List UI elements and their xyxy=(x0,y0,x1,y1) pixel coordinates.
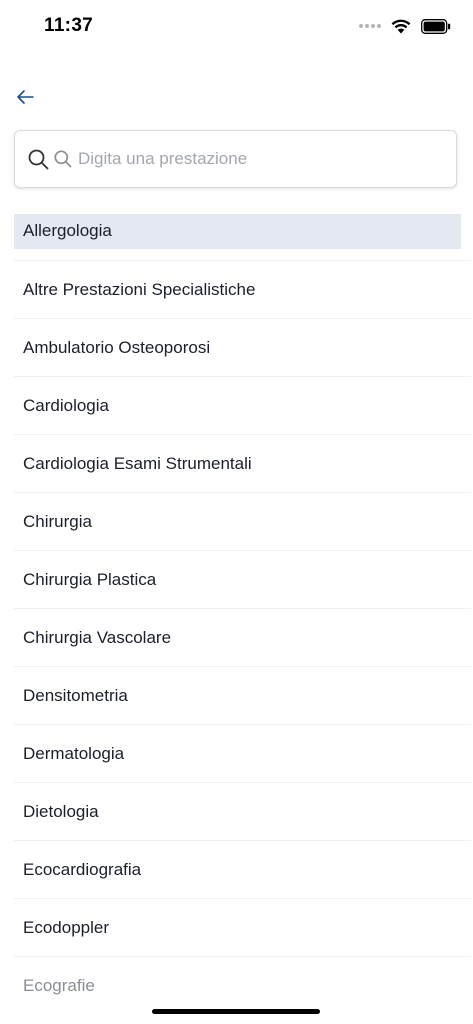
list-item-label: Cardiologia Esami Strumentali xyxy=(23,453,252,473)
list-item-label: Allergologia xyxy=(23,221,112,240)
list-item-chirurgia[interactable]: Chirurgia xyxy=(14,493,471,550)
list-item-label: Ecodoppler xyxy=(23,917,110,937)
status-bar: 11:37 xyxy=(0,0,473,54)
specialty-list: Allergologia Altre Prestazioni Specialis… xyxy=(14,214,471,1014)
search-input[interactable] xyxy=(78,149,438,169)
list-item-cardiologia[interactable]: Cardiologia xyxy=(14,377,471,434)
list-item-ambulatorio-osteoporosi[interactable]: Ambulatorio Osteoporosi xyxy=(14,319,471,376)
search-icon xyxy=(28,148,50,170)
list-item-ecocardiografia[interactable]: Ecocardiografia xyxy=(14,841,471,898)
search-box[interactable] xyxy=(14,130,457,188)
battery-icon xyxy=(421,18,451,34)
list-item-label: Densitometria xyxy=(23,685,128,705)
list-item-altre-prestazioni[interactable]: Altre Prestazioni Specialistiche xyxy=(14,261,471,318)
list-item-label: Ecocardiografia xyxy=(23,859,142,879)
arrow-left-icon xyxy=(17,90,34,104)
cellular-signal-icon xyxy=(359,24,381,28)
list-item-dermatologia[interactable]: Dermatologia xyxy=(14,725,471,782)
list-item-label: Dietologia xyxy=(23,801,99,821)
list-item-ecodoppler[interactable]: Ecodoppler xyxy=(14,899,471,956)
list-item-chirurgia-plastica[interactable]: Chirurgia Plastica xyxy=(14,551,471,608)
list-item-label: Chirurgia Vascolare xyxy=(23,627,172,647)
back-button[interactable] xyxy=(12,84,38,110)
list-item-label: Chirurgia Plastica xyxy=(23,569,157,589)
list-item-chirurgia-vascolare[interactable]: Chirurgia Vascolare xyxy=(14,609,471,666)
list-item-cardiologia-esami[interactable]: Cardiologia Esami Strumentali xyxy=(14,435,471,492)
list-item-label: Ecografie xyxy=(23,975,95,995)
home-indicator[interactable] xyxy=(152,1009,320,1014)
wifi-icon xyxy=(391,19,411,34)
list-item-allergologia[interactable]: Allergologia xyxy=(14,214,461,249)
search-field-icon xyxy=(54,149,74,169)
list-item-label: Chirurgia xyxy=(23,511,92,531)
status-time: 11:37 xyxy=(44,15,94,36)
status-icons xyxy=(359,16,451,36)
list-item-label: Altre Prestazioni Specialistiche xyxy=(23,279,256,299)
list-item-label: Cardiologia xyxy=(23,395,109,415)
list-item-ecografie[interactable]: Ecografie xyxy=(14,957,471,1014)
list-item-label: Ambulatorio Osteoporosi xyxy=(23,337,211,357)
list-item-dietologia[interactable]: Dietologia xyxy=(14,783,471,840)
list-item-label: Dermatologia xyxy=(23,743,125,763)
list-item-densitometria[interactable]: Densitometria xyxy=(14,667,471,724)
